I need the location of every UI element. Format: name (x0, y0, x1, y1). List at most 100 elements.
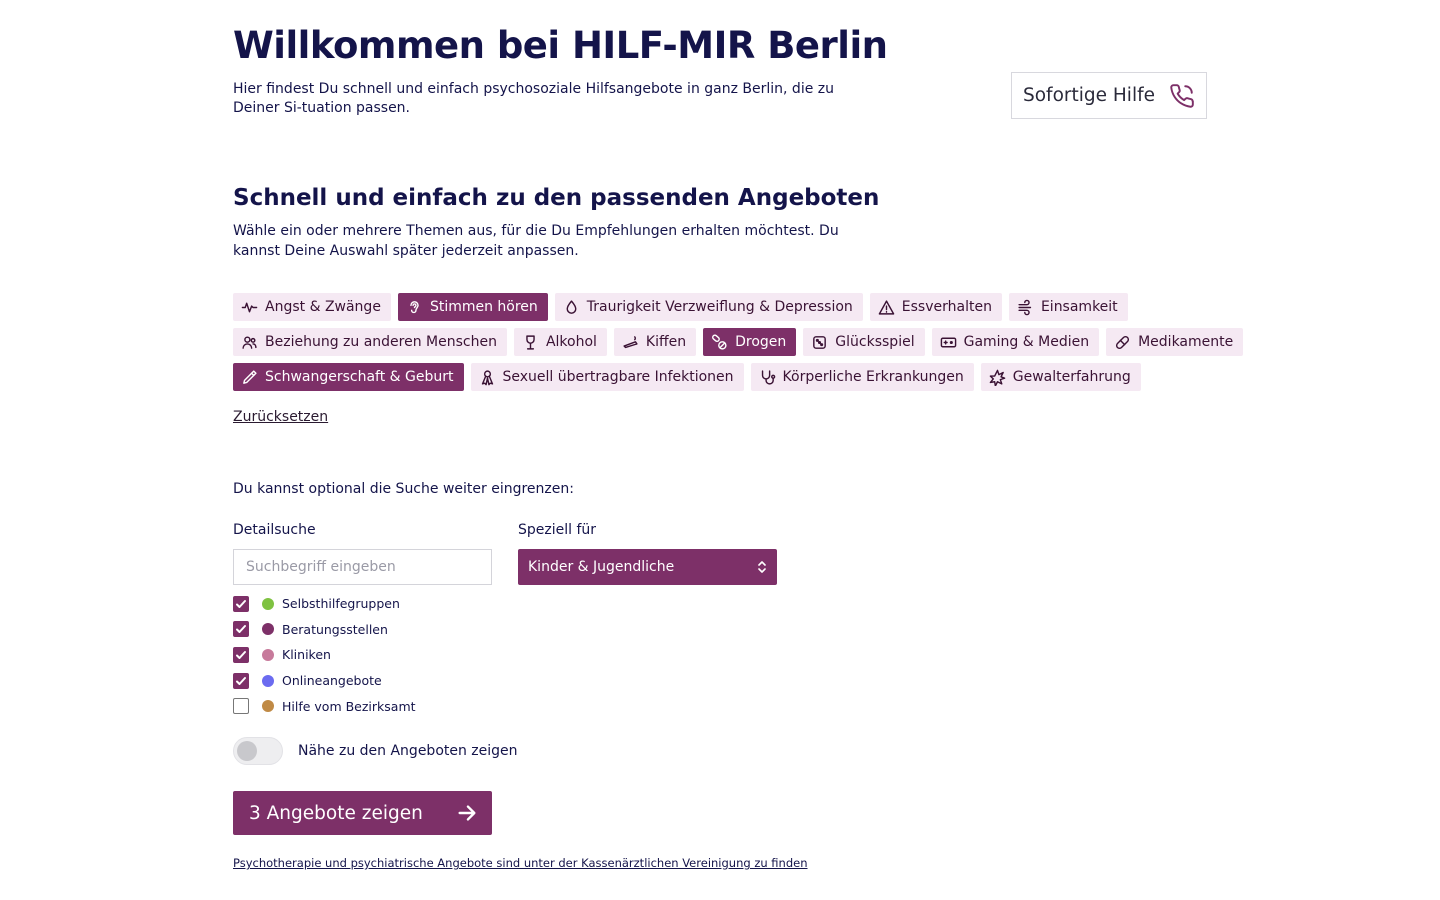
show-offers-label: 3 Angebote zeigen (249, 802, 423, 824)
topic-tag[interactable]: Glücksspiel (803, 328, 925, 356)
topic-tag-label: Stimmen hören (429, 299, 538, 315)
help-button-label: Sofortige Hilfe (1023, 85, 1155, 106)
pulse-icon (241, 302, 258, 312)
topic-tag-label: Essverhalten (901, 299, 992, 315)
topic-tag[interactable]: Essverhalten (869, 293, 1002, 321)
glass-icon (526, 334, 535, 350)
topic-tag[interactable]: Drogen (703, 328, 797, 356)
stethoscope-icon (761, 369, 775, 385)
show-offers-button[interactable]: 3 Angebote zeigen (233, 791, 492, 835)
special-for-label: Speziell für (518, 522, 597, 538)
filter-intro: Du kannst optional die Suche weiter eing… (233, 481, 574, 497)
topic-tag[interactable]: Schwangerschaft & Geburt (233, 363, 464, 391)
pipette-icon (243, 369, 257, 384)
topic-tag-label: Drogen (735, 334, 787, 350)
topic-tag-label: Gewalterfahrung (1012, 369, 1131, 385)
topic-tag[interactable]: Alkohol (513, 328, 607, 356)
phone-icon (1170, 83, 1194, 108)
topic-tag[interactable]: Medikamente (1106, 328, 1244, 356)
checkbox[interactable] (233, 595, 249, 612)
proximity-toggle-row: Nähe zu den Angeboten zeigen (233, 737, 518, 765)
category-color-dot (262, 623, 274, 636)
topic-tags: Angst & Zwänge Stimmen hören Traurigkeit V… (233, 293, 1244, 398)
offer-type-option: Hilfe vom Bezirksamt (233, 693, 416, 719)
topic-tag-label: Alkohol (545, 334, 597, 350)
audience-select-value: Kinder & Jugendliche (528, 559, 675, 575)
proximity-label: Nähe zu den Angeboten zeigen (298, 743, 518, 759)
topic-tag[interactable]: Traurigkeit Verzweiflung & Depression (554, 293, 863, 321)
proximity-toggle[interactable] (233, 737, 283, 765)
topic-row: Schwangerschaft & Geburt Sexuell übertrag… (233, 363, 1208, 391)
checkmark-icon (236, 676, 246, 685)
dice-icon (813, 335, 827, 349)
topics-description: Wähle ein oder mehrere Themen aus, für d… (233, 223, 839, 259)
wind-icon (1018, 299, 1032, 315)
checkbox[interactable] (233, 698, 249, 715)
offer-type-label: Beratungsstellen (282, 621, 388, 637)
arrow-right-icon (458, 805, 476, 821)
offer-type-label: Kliniken (282, 647, 331, 663)
drop-icon (566, 299, 577, 314)
topic-tag[interactable]: Angst & Zwänge (233, 293, 391, 321)
topic-tag[interactable]: Gewalterfahrung (980, 363, 1141, 391)
ribbon-icon (481, 369, 493, 385)
topic-tag-label: Traurigkeit Verzweiflung & Depression (586, 299, 853, 315)
offer-type-option: Onlineangebote (233, 668, 416, 694)
category-color-dot (262, 597, 274, 610)
topic-tag[interactable]: Gaming & Medien (931, 328, 1100, 356)
ear-icon (410, 300, 419, 313)
topic-tag-label: Glücksspiel (835, 334, 915, 350)
people-icon (242, 335, 257, 349)
topic-tag-label: Beziehung zu anderen Menschen (265, 334, 497, 350)
topic-tag-label: Körperliche Erkrankungen (782, 369, 964, 385)
offer-type-option: Beratungsstellen (233, 617, 416, 643)
topic-tag-label: Schwangerschaft & Geburt (265, 369, 454, 385)
toggle-knob (237, 741, 257, 761)
checkmark-icon (236, 625, 246, 634)
topic-tag-label: Gaming & Medien (963, 334, 1090, 350)
topic-row: Angst & Zwänge Stimmen hören Traurigkeit V… (233, 293, 1208, 321)
search-input[interactable] (233, 549, 492, 585)
offer-type-option: Selbsthilfegruppen (233, 591, 416, 617)
offer-type-label: Onlineangebote (282, 673, 382, 689)
kv-info-link[interactable]: Psychotherapie und psychiatrische Angebo… (233, 856, 808, 870)
topic-tag-label: Kiffen (645, 334, 687, 350)
topics-heading: Schnell und einfach zu den passenden Ang… (233, 185, 880, 211)
checkbox[interactable] (233, 621, 249, 638)
warning-triangle-icon (878, 299, 895, 315)
topic-tag-label: Angst & Zwänge (265, 299, 381, 315)
chevron-up-down-icon (758, 561, 766, 573)
capsule-icon (1116, 335, 1130, 349)
topic-tag[interactable]: Kiffen (613, 328, 697, 356)
topic-tag[interactable]: Beziehung zu anderen Menschen (233, 328, 507, 356)
category-color-dot (262, 648, 274, 661)
checkmark-icon (236, 599, 246, 608)
category-color-dot (262, 674, 274, 687)
audience-select[interactable]: Kinder & Jugendliche (518, 549, 777, 585)
offer-type-label: Selbsthilfegruppen (282, 596, 400, 612)
page-title: Willkommen bei HILF-MIR Berlin (233, 24, 888, 67)
topic-tag-label: Einsamkeit (1040, 299, 1118, 315)
offer-type-label: Hilfe vom Bezirksamt (282, 698, 416, 714)
topic-tag-label: Medikamente (1138, 334, 1234, 350)
burst-icon (989, 369, 1006, 386)
checkmark-icon (236, 650, 246, 659)
topic-tag[interactable]: Sexuell übertragbare Infektionen (470, 363, 744, 391)
detail-search-label: Detailsuche (233, 522, 316, 538)
gamepad-icon (940, 337, 956, 347)
topic-tag[interactable]: Körperliche Erkrankungen (750, 363, 974, 391)
topic-tag-label: Sexuell übertragbare Infektionen (502, 369, 734, 385)
offer-type-option: Kliniken (233, 642, 416, 668)
topic-row: Beziehung zu anderen Menschen Alkohol Kiff… (233, 328, 1244, 356)
topic-tag[interactable]: Einsamkeit (1008, 293, 1128, 321)
pills-icon (712, 334, 727, 350)
category-color-dot (262, 700, 274, 713)
offer-type-checklist: Selbsthilfegruppen Beratungsstellen Klinik… (233, 591, 416, 719)
checkbox[interactable] (233, 672, 249, 689)
topic-tag[interactable]: Stimmen hören (397, 293, 548, 321)
checkbox[interactable] (233, 646, 249, 663)
joint-icon (623, 335, 638, 348)
reset-link[interactable]: Zurücksetzen (233, 409, 328, 425)
immediate-help-button[interactable]: Sofortige Hilfe (1011, 72, 1207, 119)
intro-text: Hier findest Du schnell und einfach psyc… (233, 81, 834, 116)
